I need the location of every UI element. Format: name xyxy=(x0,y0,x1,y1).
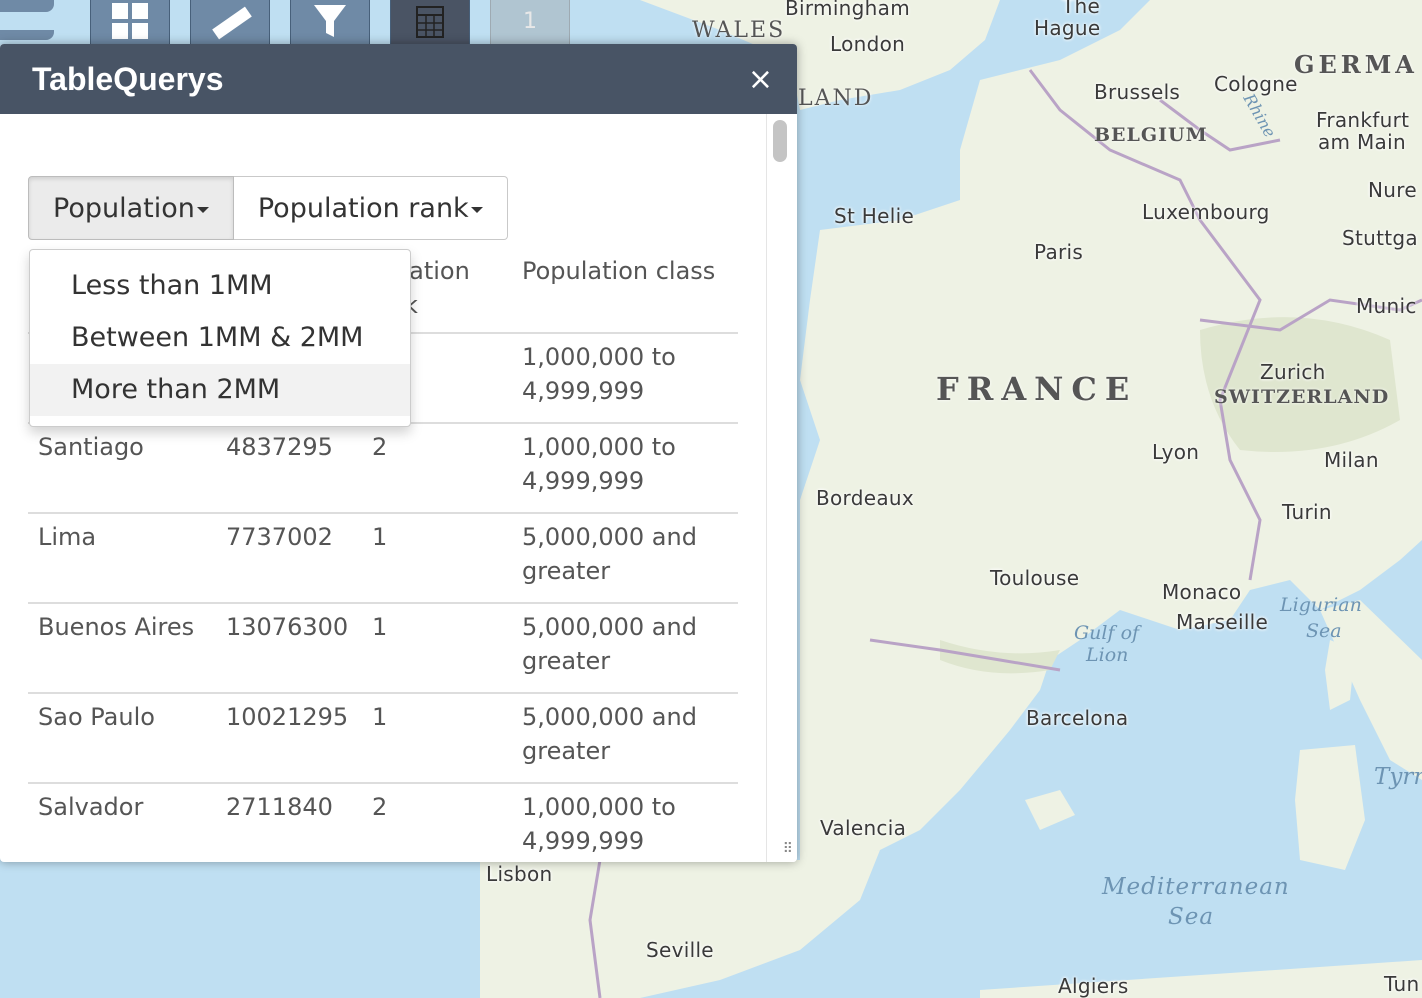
side-panel-tab[interactable] xyxy=(0,0,54,12)
map-label-birmingham: Birmingham xyxy=(785,0,910,20)
population-filter-button[interactable]: Population xyxy=(28,176,234,240)
scrollbar-thumb[interactable] xyxy=(773,120,787,162)
map-label-ligurian-sea: Sea xyxy=(1306,620,1342,642)
map-label-luxembourg: Luxembourg xyxy=(1142,200,1270,224)
map-label-am-main: am Main xyxy=(1318,130,1406,154)
dropdown-item-less-than-1mm[interactable]: Less than 1MM xyxy=(30,260,410,312)
widget-badge-label: 1 xyxy=(523,8,537,34)
cell-city: Buenos Aires xyxy=(38,613,195,641)
map-label-france: FRANCE xyxy=(936,370,1138,408)
map-label-bordeaux: Bordeaux xyxy=(816,486,914,510)
map-label-barcelona: Barcelona xyxy=(1026,706,1129,730)
filter-icon xyxy=(314,5,346,37)
basemap-gallery-button[interactable] xyxy=(90,0,170,48)
population-rank-filter-label: Population rank xyxy=(257,192,469,224)
cell-class: 1,000,000 to 4,999,999 xyxy=(522,433,676,495)
cell-city: Lima xyxy=(38,523,97,551)
cell-class: 5,000,000 and greater xyxy=(522,703,697,765)
grid-icon xyxy=(112,3,148,39)
map-label-munich: Munic xyxy=(1356,294,1417,318)
map-label-london: London xyxy=(830,32,906,56)
cell-rank: 2 xyxy=(372,793,388,821)
cell-population: 10021295 xyxy=(226,703,349,731)
map-label-algiers: Algiers xyxy=(1058,974,1129,998)
cell-population: 7737002 xyxy=(226,523,333,551)
measurement-button[interactable] xyxy=(190,0,270,48)
table-query-panel: TableQuerys × Population Population rank… xyxy=(0,44,797,862)
map-label-hague: Hague xyxy=(1034,16,1101,40)
widget-badge-button[interactable]: 1 xyxy=(490,0,570,48)
table-row[interactable]: Salvador 2711840 2 1,000,000 to 4,999,99… xyxy=(28,784,738,862)
cell-class: 1,000,000 to 4,999,999 xyxy=(522,793,676,855)
map-label-st-helier: St Helie xyxy=(834,204,915,228)
map-label-lion: Lion xyxy=(1086,644,1129,666)
map-label-lisbon: Lisbon xyxy=(486,862,553,886)
cell-class: 5,000,000 and greater xyxy=(522,523,697,585)
map-label-land: LAND xyxy=(798,86,874,111)
dropdown-item-more-than-2mm[interactable]: More than 2MM xyxy=(30,364,410,416)
map-label-wales: WALES xyxy=(692,18,786,43)
map-label-belgium: BELGIUM xyxy=(1094,124,1208,146)
resize-grip-icon[interactable]: ⠿ xyxy=(783,842,793,856)
map-label-gulf-of: Gulf of xyxy=(1074,622,1140,644)
cell-rank: 1 xyxy=(372,613,388,641)
map-label-turin: Turin xyxy=(1282,500,1332,524)
map-label-marseille: Marseille xyxy=(1176,610,1269,634)
cell-city: Sao Paulo xyxy=(38,703,155,731)
map-label-tyrrhenian: Tyrr xyxy=(1374,764,1422,790)
caret-down-icon xyxy=(470,207,483,213)
cell-rank: 1 xyxy=(372,523,388,551)
table-row[interactable]: Sao Paulo 10021295 1 5,000,000 and great… xyxy=(28,694,738,784)
map-label-ligurian: Ligurian xyxy=(1280,594,1362,616)
map-label-lyon: Lyon xyxy=(1152,440,1200,464)
close-icon[interactable]: × xyxy=(748,62,773,97)
map-label-toulouse: Toulouse xyxy=(990,566,1080,590)
population-dropdown-menu: Less than 1MM Between 1MM & 2MM More tha… xyxy=(29,249,411,427)
panel-body: Population Population rank pulation k Po… xyxy=(0,114,766,862)
map-label-monaco: Monaco xyxy=(1162,580,1242,604)
map-label-zurich: Zurich xyxy=(1260,360,1326,384)
table-row[interactable]: Lima 7737002 1 5,000,000 and greater xyxy=(28,514,738,604)
table-row[interactable]: Buenos Aires 13076300 1 5,000,000 and gr… xyxy=(28,604,738,694)
table-icon xyxy=(416,6,444,38)
map-label-brussels: Brussels xyxy=(1094,80,1181,104)
caret-down-icon xyxy=(196,207,209,213)
map-label-mediterranean: Mediterranean xyxy=(1102,874,1290,900)
map-label-frankfurt: Frankfurt xyxy=(1316,108,1410,132)
panel-header: TableQuerys × xyxy=(0,44,797,114)
map-label-milan: Milan xyxy=(1324,448,1379,472)
side-panel-tab-2[interactable] xyxy=(0,30,54,40)
column-header-population-class[interactable]: Population class xyxy=(522,254,715,288)
map-label-stuttgart: Stuttga xyxy=(1342,226,1418,250)
cell-rank: 2 xyxy=(372,433,388,461)
population-filter-label: Population xyxy=(53,192,195,224)
panel-scrollbar[interactable] xyxy=(766,114,797,862)
cell-population: 2711840 xyxy=(226,793,333,821)
cell-class: 1,000,000 to 4,999,999 xyxy=(522,343,676,405)
cell-city: Santiago xyxy=(38,433,144,461)
map-label-valencia: Valencia xyxy=(820,816,907,840)
map-label-paris: Paris xyxy=(1034,240,1084,264)
panel-title: TableQuerys xyxy=(32,60,224,97)
cell-population: 13076300 xyxy=(226,613,349,641)
map-label-germany: GERMA xyxy=(1294,50,1418,79)
cell-population: 4837295 xyxy=(226,433,333,461)
map-label-mediterranean-sea: Sea xyxy=(1168,904,1215,930)
map-label-seville: Seville xyxy=(646,938,714,962)
cell-city: Salvador xyxy=(38,793,144,821)
map-label-tunis: Tun xyxy=(1384,972,1420,996)
population-rank-filter-button[interactable]: Population rank xyxy=(233,176,508,240)
ruler-icon xyxy=(212,6,252,40)
table-row[interactable]: Santiago 4837295 2 1,000,000 to 4,999,99… xyxy=(28,424,738,514)
dropdown-item-between-1mm-2mm[interactable]: Between 1MM & 2MM xyxy=(30,312,410,364)
map-label-nure: Nure xyxy=(1368,178,1417,202)
table-query-button[interactable] xyxy=(390,0,470,48)
filter-button-group: Population Population rank xyxy=(28,176,508,240)
cell-class: 5,000,000 and greater xyxy=(522,613,697,675)
filter-button[interactable] xyxy=(290,0,370,48)
map-label-switzerland: SWITZERLAND xyxy=(1214,386,1390,408)
cell-rank: 1 xyxy=(372,703,388,731)
